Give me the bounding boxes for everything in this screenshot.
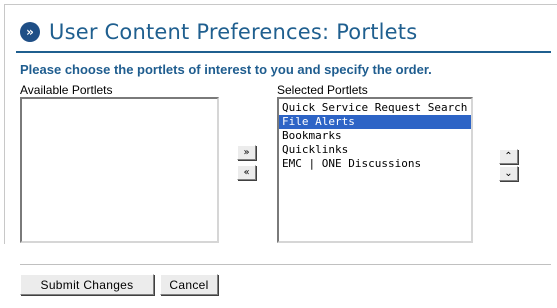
selected-portlet-option[interactable]: Bookmarks bbox=[279, 129, 471, 143]
title-underline bbox=[16, 51, 551, 53]
page-header: » User Content Preferences: Portlets bbox=[20, 17, 417, 47]
move-up-button[interactable]: ⌃ bbox=[499, 149, 518, 164]
move-down-button[interactable]: ⌄ bbox=[499, 166, 518, 181]
remove-portlet-button[interactable]: « bbox=[237, 165, 256, 180]
page-title: User Content Preferences: Portlets bbox=[49, 20, 418, 44]
submit-changes-button[interactable]: Submit Changes bbox=[20, 274, 154, 295]
cancel-button[interactable]: Cancel bbox=[160, 274, 218, 295]
frame-left-border bbox=[4, 4, 5, 244]
selected-portlet-option[interactable]: Quicklinks bbox=[279, 143, 471, 157]
selected-portlets-label: Selected Portlets bbox=[277, 83, 368, 97]
selected-portlet-option-highlighted[interactable]: File Alerts bbox=[279, 115, 471, 129]
chevron-up-icon: ⌃ bbox=[504, 150, 513, 162]
form-divider bbox=[20, 264, 551, 265]
chevron-down-icon: ⌄ bbox=[504, 167, 513, 179]
selected-portlet-option[interactable]: Quick Service Request Search bbox=[279, 101, 471, 115]
instructions-text: Please choose the portlets of interest t… bbox=[20, 62, 432, 77]
available-portlets-label: Available Portlets bbox=[20, 83, 113, 97]
available-portlets-list[interactable] bbox=[20, 97, 219, 243]
frame-top-border bbox=[4, 4, 557, 5]
selected-portlet-option[interactable]: EMC | ONE Discussions bbox=[279, 157, 471, 171]
add-portlet-button[interactable]: » bbox=[237, 145, 256, 160]
selected-portlets-list[interactable]: Quick Service Request Search File Alerts… bbox=[277, 97, 473, 243]
double-chevron-right-icon: » bbox=[20, 22, 40, 42]
